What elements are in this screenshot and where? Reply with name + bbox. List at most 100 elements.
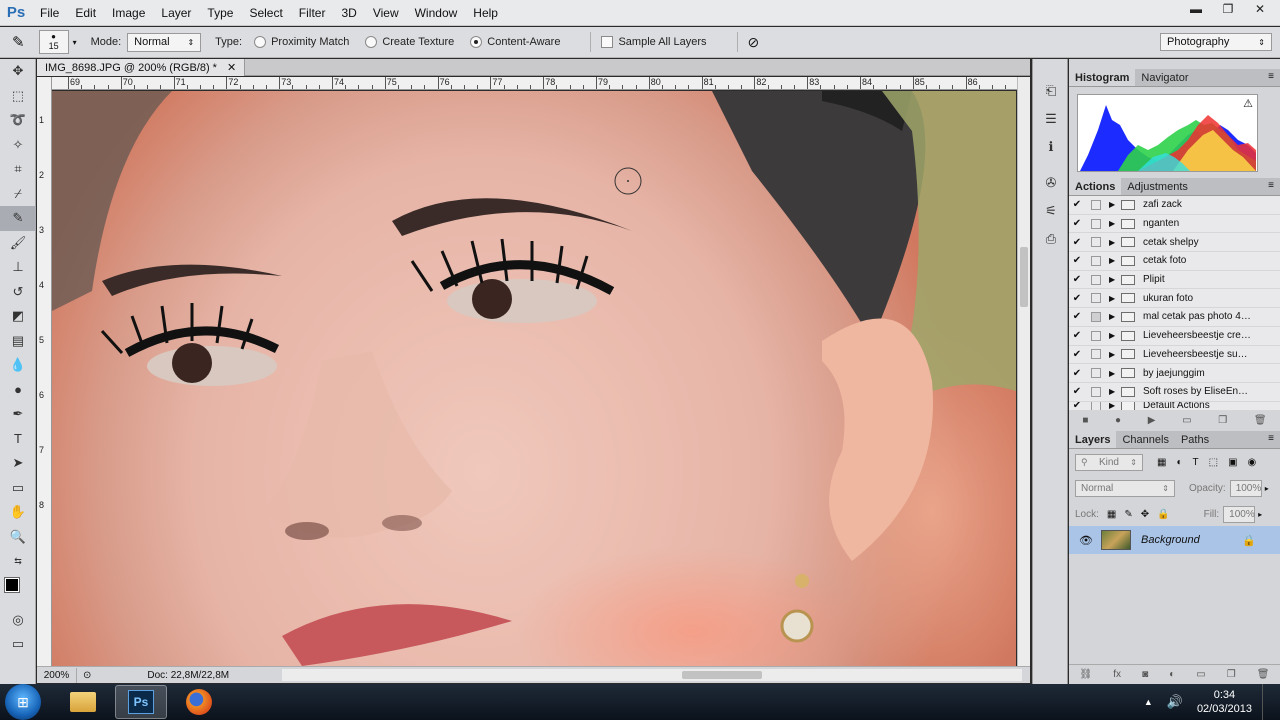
add-mask-icon[interactable]: ◙	[1142, 669, 1148, 680]
image-canvas[interactable]	[52, 91, 1016, 666]
adjustment-layer-icon[interactable]: ◐	[1169, 669, 1175, 680]
record-icon[interactable]: ●	[1115, 415, 1121, 426]
panel-menu-icon[interactable]: ≡	[1268, 71, 1274, 82]
tab-layers[interactable]: Layers	[1069, 431, 1117, 448]
check-icon[interactable]: ✔	[1069, 368, 1085, 379]
chevron-down-icon[interactable]: ▾	[73, 38, 77, 47]
list-item[interactable]: ✔ ▶ nganten	[1069, 215, 1280, 234]
history-panel-icon[interactable]: ⎗	[1033, 77, 1069, 105]
dialog-toggle[interactable]	[1091, 255, 1101, 266]
list-item[interactable]: ✔ ▶ cetak foto	[1069, 252, 1280, 271]
document-tab[interactable]: IMG_8698.JPG @ 200% (RGB/8) * ✕	[37, 59, 246, 76]
check-icon[interactable]: ✔	[1069, 293, 1085, 304]
dialog-toggle[interactable]	[1091, 311, 1101, 322]
minimize-button[interactable]: ▬	[1180, 0, 1212, 18]
hand-tool-icon[interactable]: ✋	[0, 500, 36, 525]
check-icon[interactable]: ✔	[1069, 311, 1085, 322]
tab-histogram[interactable]: Histogram	[1069, 69, 1136, 86]
panel-menu-icon[interactable]: ≡	[1268, 433, 1274, 444]
layer-name[interactable]: Background	[1141, 534, 1200, 546]
new-set-icon[interactable]: ▭	[1182, 415, 1191, 426]
list-item[interactable]: ✔ ▶ Lieveheersbeestje crea...	[1069, 327, 1280, 346]
history-brush-tool-icon[interactable]: ↺	[0, 280, 36, 305]
photoshop-taskbar-icon[interactable]: Ps	[115, 685, 167, 719]
expand-arrow-icon[interactable]: ▶	[1109, 219, 1121, 228]
expand-arrow-icon[interactable]: ▶	[1109, 369, 1121, 378]
check-icon[interactable]: ✔	[1069, 237, 1085, 248]
zoom-level[interactable]: 200%	[37, 667, 77, 683]
lock-position-icon[interactable]: ✥	[1141, 509, 1149, 520]
color-swatches[interactable]	[0, 574, 36, 608]
list-item[interactable]: ✔ ▶ by jaejunggim	[1069, 364, 1280, 383]
chevron-right-icon[interactable]: ▸	[1258, 510, 1262, 519]
list-item[interactable]: ✔ ▶ zafi zack	[1069, 196, 1280, 215]
dialog-toggle[interactable]	[1091, 274, 1101, 285]
menu-view[interactable]: View	[365, 0, 407, 26]
horizontal-scrollbar[interactable]	[282, 669, 1022, 681]
foreground-color-swatch[interactable]	[4, 576, 20, 593]
explorer-taskbar-icon[interactable]	[57, 685, 109, 719]
marquee-tool-icon[interactable]: ⬚	[0, 84, 36, 109]
list-item[interactable]: ✔ ▶ mal cetak pas photo 4R...	[1069, 308, 1280, 327]
list-item[interactable]: ✔ ▶ Soft roses by EliseEnch...	[1069, 383, 1280, 402]
restore-button[interactable]: ❐	[1212, 0, 1244, 18]
show-hidden-icons-icon[interactable]: ▲	[1144, 697, 1153, 707]
lock-all-icon[interactable]: 🔒	[1157, 509, 1169, 520]
pressure-brush-icon[interactable]: ⊘	[748, 34, 760, 51]
panel-menu-icon[interactable]: ≡	[1268, 180, 1274, 191]
list-item[interactable]: ✔ ▶ cetak shelpy	[1069, 233, 1280, 253]
zoom-tool-icon[interactable]: 🔍	[0, 525, 36, 550]
pen-tool-icon[interactable]: ✒	[0, 402, 36, 427]
tab-channels[interactable]: Channels	[1116, 431, 1174, 448]
check-icon[interactable]: ✔	[1069, 402, 1085, 410]
eraser-tool-icon[interactable]: ◩	[0, 304, 36, 329]
trash-icon[interactable]: 🗑	[1254, 415, 1267, 426]
dialog-toggle[interactable]	[1091, 349, 1101, 360]
show-desktop-button[interactable]	[1262, 684, 1274, 720]
info-panel-icon[interactable]: ℹ	[1033, 133, 1069, 161]
eye-icon[interactable]: 👁	[1079, 534, 1093, 547]
dialog-toggle[interactable]	[1091, 330, 1101, 341]
clock[interactable]: 0:34 02/03/2013	[1197, 688, 1252, 716]
warning-icon[interactable]: ⚠	[1243, 97, 1253, 110]
sample-all-layers-checkbox[interactable]	[601, 36, 614, 48]
expand-arrow-icon[interactable]: ▶	[1109, 294, 1121, 303]
create-texture-radio[interactable]	[365, 36, 378, 48]
check-icon[interactable]: ✔	[1069, 330, 1085, 341]
expand-arrow-icon[interactable]: ▶	[1109, 200, 1121, 209]
clone-stamp-tool-icon[interactable]: ⊥	[0, 255, 36, 280]
quick-mask-icon[interactable]: ◎	[0, 608, 36, 633]
menu-image[interactable]: Image	[104, 0, 153, 26]
mode-select[interactable]: Normal ⇕	[127, 32, 202, 52]
spot-healing-brush-tool-icon[interactable]: ✎	[0, 206, 36, 231]
crop-tool-icon[interactable]: ⌗	[0, 157, 36, 182]
list-item[interactable]: ✔ ▶ ukuran foto	[1069, 289, 1280, 309]
rectangle-tool-icon[interactable]: ▭	[0, 476, 36, 501]
brush-tool-icon[interactable]: 🖌	[0, 231, 36, 256]
fill-field[interactable]: 100%	[1223, 505, 1256, 523]
status-info-icon[interactable]: ⊙	[83, 670, 91, 681]
firefox-taskbar-icon[interactable]	[173, 685, 225, 719]
layer-row-background[interactable]: 👁 Background 🔒	[1069, 526, 1280, 554]
dialog-toggle[interactable]	[1091, 401, 1101, 410]
lock-transparent-icon[interactable]: ▦	[1107, 509, 1116, 520]
properties-panel-icon[interactable]: ☰	[1033, 105, 1069, 133]
chevron-right-icon[interactable]: ▸	[1265, 484, 1269, 493]
check-icon[interactable]: ✔	[1069, 199, 1085, 210]
filter-toggle-icon[interactable]: ◉	[1248, 457, 1257, 468]
check-icon[interactable]: ✔	[1069, 349, 1085, 360]
new-action-icon[interactable]: ❐	[1218, 415, 1227, 426]
screen-mode-icon[interactable]: ▭	[0, 632, 36, 657]
expand-arrow-icon[interactable]: ▶	[1109, 275, 1121, 284]
proximity-match-radio[interactable]	[254, 36, 267, 48]
close-icon[interactable]: ✕	[227, 61, 236, 74]
filter-pixel-icon[interactable]: ▦	[1157, 457, 1166, 468]
filter-type-icon[interactable]: T	[1193, 457, 1199, 468]
list-item[interactable]: ✔ ▶ Default Actions	[1069, 401, 1280, 411]
expand-arrow-icon[interactable]: ▶	[1109, 256, 1121, 265]
menu-layer[interactable]: Layer	[153, 0, 199, 26]
opacity-field[interactable]: 100%	[1229, 479, 1262, 497]
list-item[interactable]: ✔ ▶ Plipit	[1069, 271, 1280, 290]
check-icon[interactable]: ✔	[1069, 386, 1085, 397]
menu-help[interactable]: Help	[465, 0, 506, 26]
